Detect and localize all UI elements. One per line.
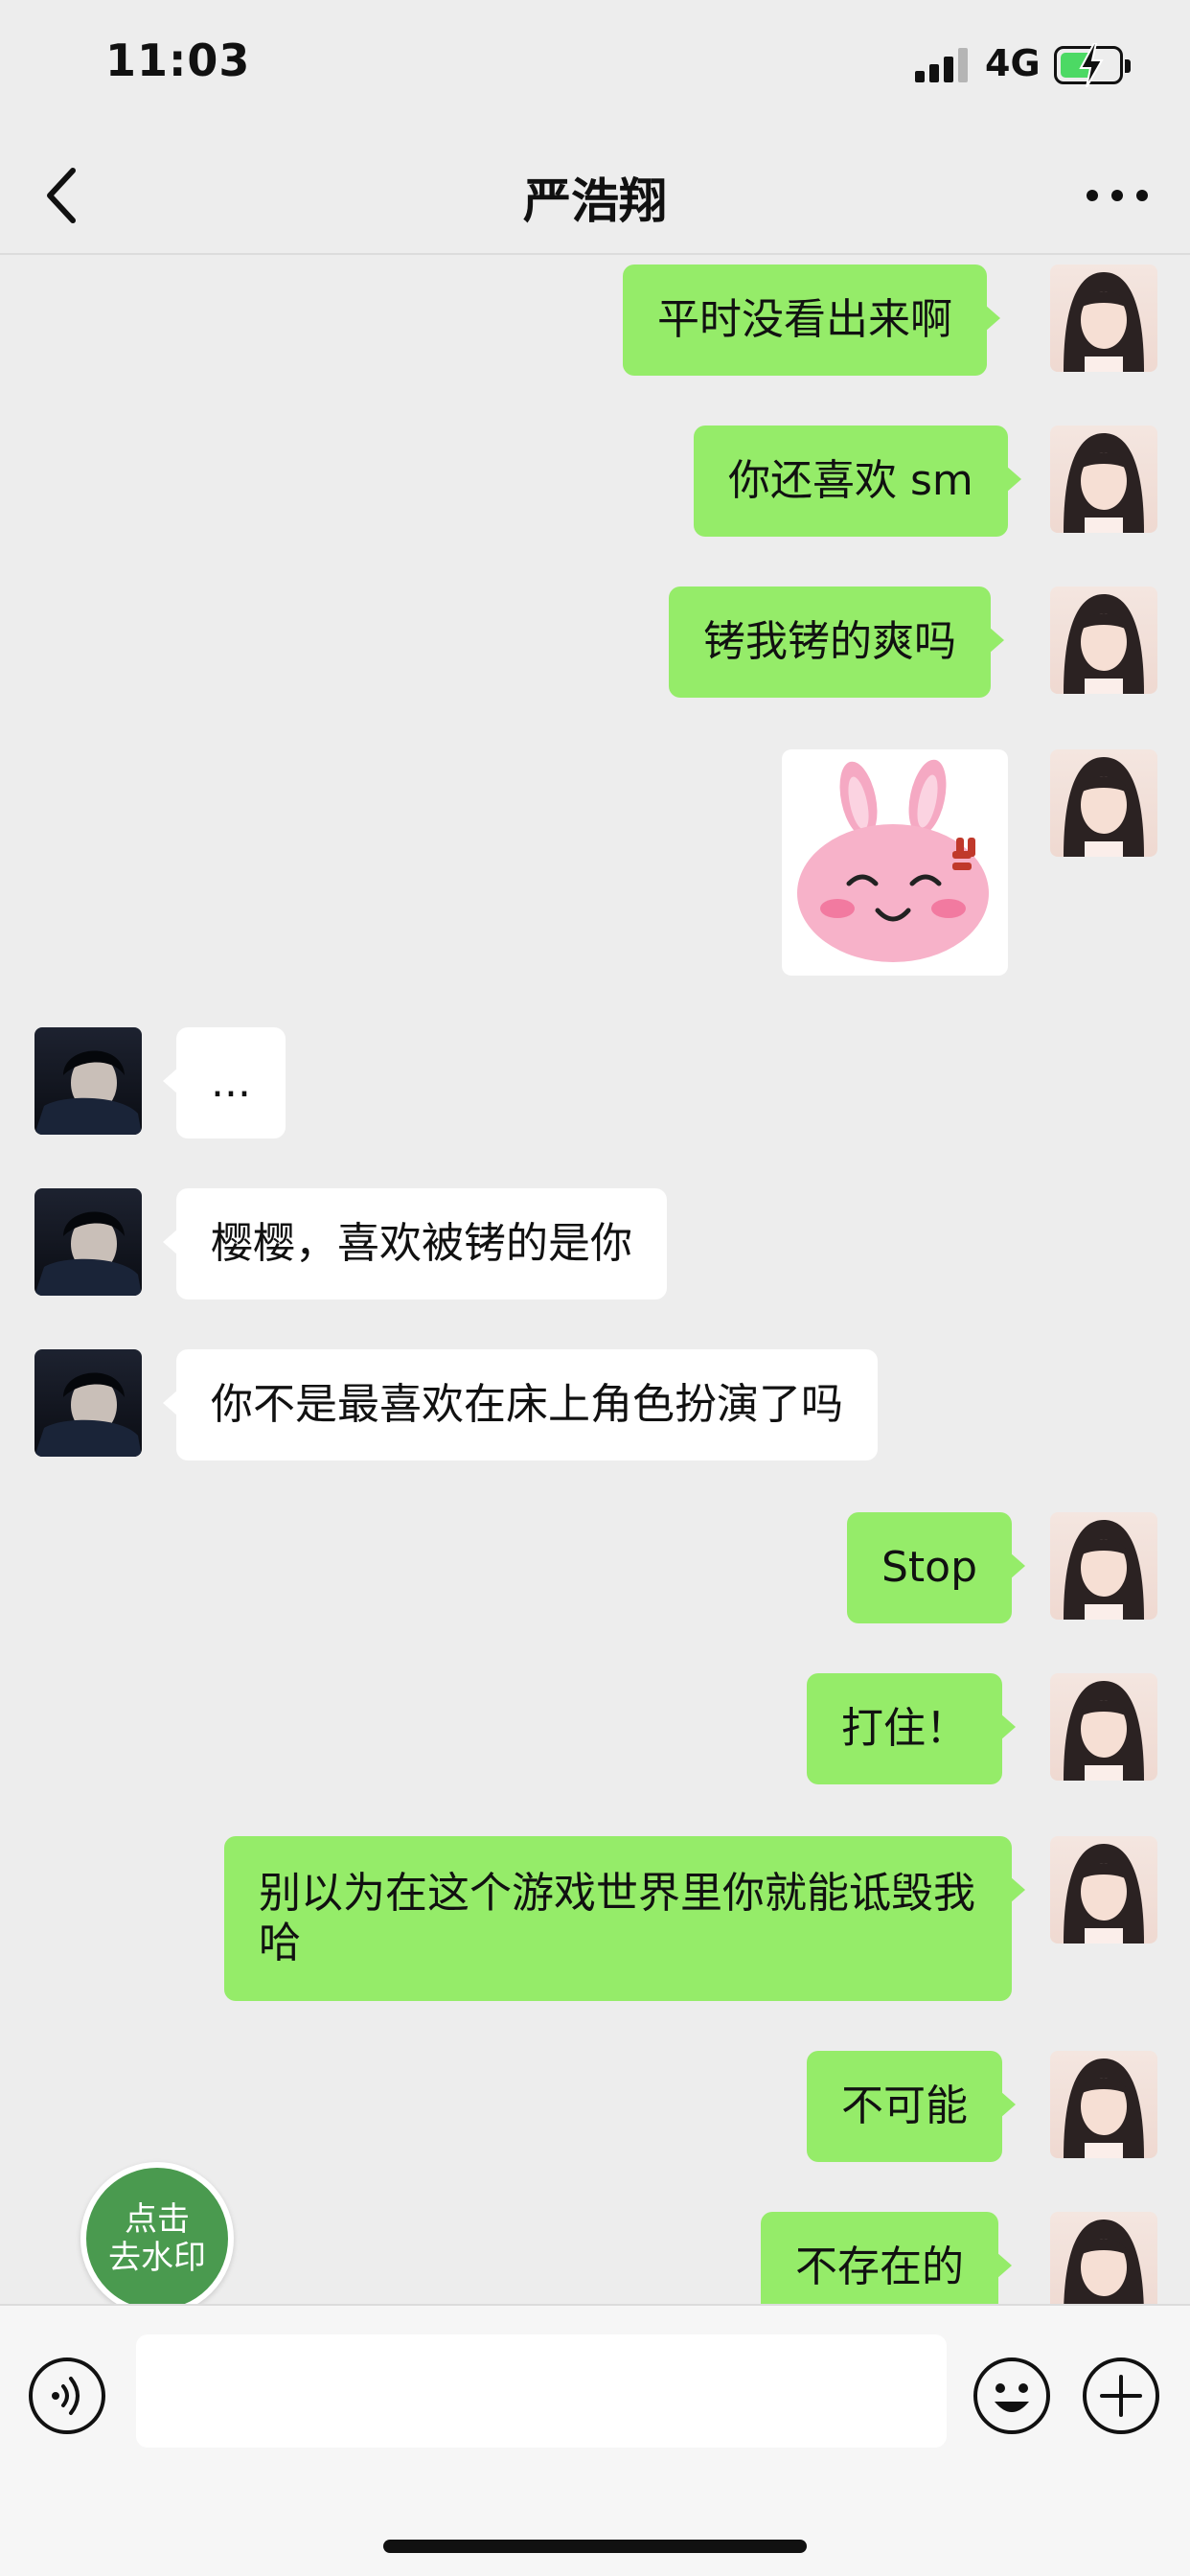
avatar[interactable]: [1050, 1673, 1157, 1781]
avatar[interactable]: [1050, 426, 1157, 533]
plus-button[interactable]: [1081, 2356, 1161, 2436]
emoji-icon: [973, 2358, 1050, 2434]
message-bubble[interactable]: 不存在的: [761, 2212, 1012, 2304]
avatar[interactable]: [1050, 1512, 1157, 1620]
avatar[interactable]: [1050, 1836, 1157, 1944]
status-bar: 11:03 4G: [0, 0, 1190, 134]
input-bar: [0, 2304, 1190, 2576]
avatar[interactable]: [1050, 749, 1157, 857]
remove-watermark-button[interactable]: 点击 去水印: [80, 2162, 234, 2315]
chat-header: 严浩翔: [0, 134, 1190, 255]
chat-title: 严浩翔: [523, 173, 667, 229]
message-bubble[interactable]: 平时没看出来啊: [623, 264, 1000, 376]
voice-button[interactable]: [27, 2356, 107, 2436]
remove-watermark-label-2: 去水印: [108, 2239, 206, 2277]
sticker-message[interactable]: [782, 749, 1008, 976]
network-label: 4G: [985, 42, 1041, 84]
message-bubble[interactable]: 别以为在这个游戏世界里你就能诋毁我哈: [224, 1836, 1025, 2001]
message-bubble[interactable]: 你不是最喜欢在床上角色扮演了吗: [163, 1349, 878, 1460]
message-bubble[interactable]: 你还喜欢 sm: [694, 426, 1021, 537]
message-bubble[interactable]: Stop: [847, 1512, 1026, 1623]
avatar[interactable]: [1050, 586, 1157, 694]
emoji-button[interactable]: [972, 2356, 1052, 2436]
avatar[interactable]: [1050, 2212, 1157, 2304]
message-bubble[interactable]: 打住！: [807, 1673, 1016, 1784]
home-indicator[interactable]: [383, 2540, 807, 2553]
status-time: 11:03: [105, 34, 251, 86]
avatar[interactable]: [34, 1349, 142, 1457]
avatar[interactable]: [34, 1188, 142, 1296]
message-bubble[interactable]: 樱樱，喜欢被铐的是你: [163, 1188, 667, 1300]
avatar[interactable]: [34, 1027, 142, 1135]
message-input[interactable]: [136, 2334, 947, 2448]
remove-watermark-label-1: 点击: [125, 2200, 190, 2239]
voice-icon: [29, 2358, 105, 2434]
avatar[interactable]: [1050, 264, 1157, 372]
battery-icon: [1054, 43, 1131, 87]
message-bubble[interactable]: 铐我铐的爽吗: [669, 586, 1004, 698]
avatar[interactable]: [1050, 2051, 1157, 2158]
message-list[interactable]: 平时没看出来啊 你还喜欢 sm 铐我铐的爽吗 ... 樱樱，喜欢被铐的是你 你不…: [0, 257, 1190, 2304]
message-bubble[interactable]: 不可能: [807, 2051, 1016, 2162]
plus-icon: [1083, 2358, 1159, 2434]
signal-icon: [915, 48, 969, 82]
message-bubble[interactable]: ...: [163, 1027, 286, 1138]
angry-bunny-sticker: [797, 759, 989, 962]
more-button[interactable]: [1083, 172, 1152, 218]
